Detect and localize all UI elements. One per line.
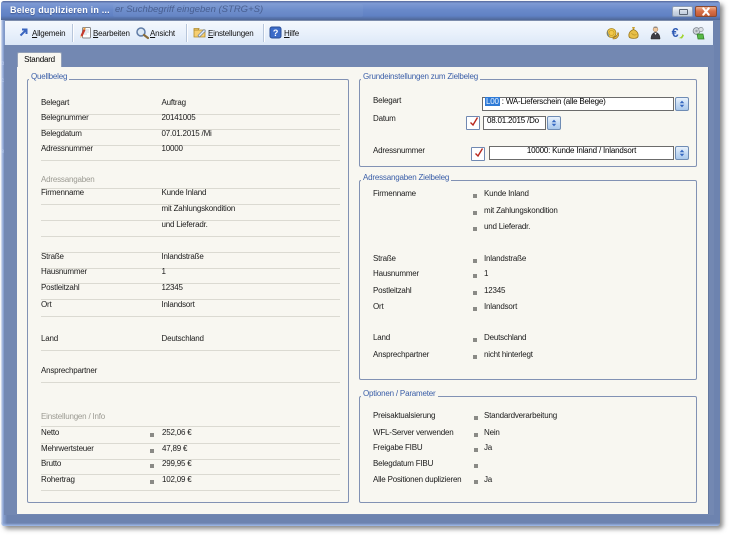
svg-text:?: ? bbox=[273, 28, 278, 38]
svg-text:€: € bbox=[672, 26, 679, 40]
